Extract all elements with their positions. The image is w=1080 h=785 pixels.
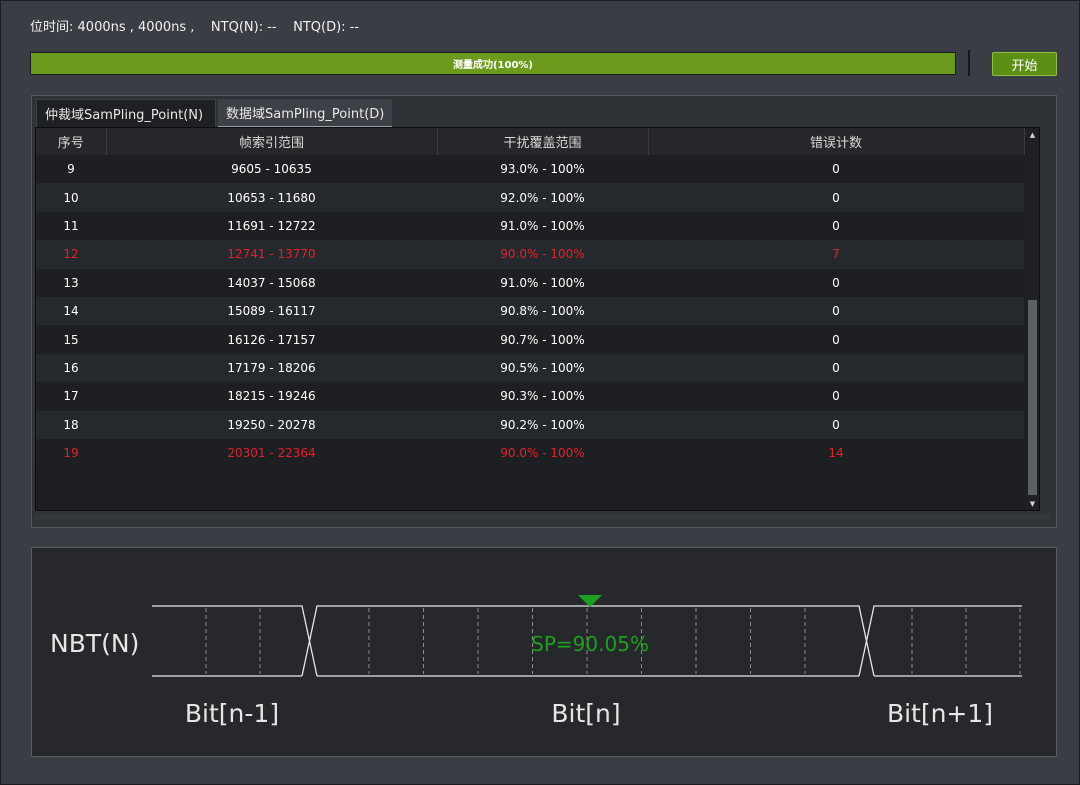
cell-index: 10 [36, 183, 106, 212]
table-row[interactable]: 18 19250 - 20278 90.2% - 100% 0 [36, 410, 1024, 439]
sampling-point-tab-panel: 仲裁域SamPling_Point(N) 数据域SamPling_Point(D… [31, 95, 1057, 528]
ntq-n-value: NTQ(N): -- [210, 20, 277, 35]
cell-index: 11 [36, 211, 106, 241]
bit-timing-diagram: SP=90.05% NBT(N) Bit[n-1] Bit[n] Bit[n+1] [31, 547, 1057, 757]
toolbar-divider [968, 50, 970, 76]
cell-error-count: 0 [648, 268, 1024, 297]
cell-frame-range: 19250 - 20278 [106, 410, 437, 439]
bit-label: Bit[n-1] [185, 699, 279, 728]
table-row[interactable]: 13 14037 - 15068 91.0% - 100% 0 [36, 268, 1024, 297]
cell-coverage: 91.0% - 100% [437, 211, 648, 241]
bit-time-label: 位时间: [30, 20, 74, 35]
table-row[interactable]: 11 11691 - 12722 91.0% - 100% 0 [36, 211, 1024, 241]
measurement-progress-bar: 测量成功(100%) [30, 52, 956, 75]
bit-label: Bit[n+1] [887, 699, 993, 728]
cell-frame-range: 12741 - 13770 [106, 240, 437, 269]
cell-error-count: 0 [648, 410, 1024, 439]
cell-frame-range: 10653 - 11680 [106, 183, 437, 212]
cell-coverage: 93.0% - 100% [437, 155, 648, 184]
bit-time-value: 4000ns , 4000ns , [77, 20, 195, 35]
bit-label: Bit[n] [551, 699, 620, 728]
start-button[interactable]: 开始 [992, 52, 1057, 76]
progress-label: 测量成功(100%) [452, 60, 534, 71]
cell-error-count: 0 [648, 211, 1024, 241]
table-row[interactable]: 15 16126 - 17157 90.7% - 100% 0 [36, 325, 1024, 354]
cell-index: 15 [36, 325, 106, 354]
triangle-down-marker-icon [578, 595, 603, 607]
cell-error-count: 7 [648, 240, 1024, 269]
cell-error-count: 0 [648, 353, 1024, 383]
table-horizontal-scrollbar[interactable] [35, 514, 1051, 520]
cell-coverage: 91.0% - 100% [437, 268, 648, 297]
cell-coverage: 90.3% - 100% [437, 382, 648, 411]
cell-error-count: 0 [648, 382, 1024, 411]
cell-index: 17 [36, 382, 106, 411]
table-header-row: 序号 帧索引范围 干扰覆盖范围 错误计数 [36, 128, 1025, 155]
triangle-up-icon[interactable]: ▲ [1026, 128, 1039, 141]
triangle-down-icon[interactable]: ▼ [1026, 497, 1039, 510]
cell-frame-range: 17179 - 18206 [106, 353, 437, 383]
cell-index: 9 [36, 155, 106, 184]
cell-coverage: 90.0% - 100% [437, 240, 648, 269]
cell-error-count: 0 [648, 155, 1024, 184]
cell-frame-range: 18215 - 19246 [106, 382, 437, 411]
cell-index: 14 [36, 296, 106, 326]
sample-point-label: SP=90.05% [531, 632, 649, 656]
cell-frame-range: 15089 - 16117 [106, 296, 437, 326]
cell-coverage: 90.0% - 100% [437, 438, 648, 468]
column-header-error-count[interactable]: 错误计数 [648, 128, 1025, 155]
cell-error-count: 0 [648, 183, 1024, 212]
cell-frame-range: 11691 - 12722 [106, 211, 437, 241]
cell-coverage: 90.5% - 100% [437, 353, 648, 383]
cell-index: 12 [36, 240, 106, 269]
results-table-container: 序号 帧索引范围 干扰覆盖范围 错误计数 9 9605 - 10635 93.0% … [35, 127, 1040, 511]
tab-data-sampling-point[interactable]: 数据域SamPling_Point(D) [218, 99, 392, 127]
cell-coverage: 90.7% - 100% [437, 325, 648, 354]
column-header-index[interactable]: 序号 [36, 128, 107, 155]
table-row[interactable]: 17 18215 - 19246 90.3% - 100% 0 [36, 382, 1024, 411]
table-row[interactable]: 12 12741 - 13770 90.0% - 100% 7 [36, 240, 1024, 269]
cell-index: 19 [36, 438, 106, 468]
column-header-coverage[interactable]: 干扰覆盖范围 [437, 128, 649, 155]
cell-index: 18 [36, 410, 106, 439]
cell-frame-range: 14037 - 15068 [106, 268, 437, 297]
cell-index: 13 [36, 268, 106, 297]
signal-name-label: NBT(N) [50, 629, 139, 658]
results-table: 序号 帧索引范围 干扰覆盖范围 错误计数 9 9605 - 10635 93.0% … [36, 128, 1025, 468]
column-header-frame-range[interactable]: 帧索引范围 [106, 128, 438, 155]
table-row[interactable]: 10 10653 - 11680 92.0% - 100% 0 [36, 183, 1024, 212]
cell-error-count: 0 [648, 296, 1024, 326]
cell-frame-range: 9605 - 10635 [106, 155, 437, 184]
table-row[interactable]: 16 17179 - 18206 90.5% - 100% 0 [36, 353, 1024, 383]
scrollbar-thumb[interactable] [1028, 300, 1037, 495]
ntq-d-value: NTQ(D): -- [293, 20, 360, 35]
timing-diagram-svg: SP=90.05% NBT(N) Bit[n-1] Bit[n] Bit[n+1] [50, 595, 1022, 728]
table-row[interactable]: 14 15089 - 16117 90.8% - 100% 0 [36, 296, 1024, 326]
table-vertical-scrollbar[interactable]: ▲ ▼ [1026, 128, 1039, 510]
cell-frame-range: 20301 - 22364 [106, 438, 437, 468]
cell-coverage: 90.8% - 100% [437, 296, 648, 326]
cell-coverage: 92.0% - 100% [437, 183, 648, 212]
cell-error-count: 0 [648, 325, 1024, 354]
cell-coverage: 90.2% - 100% [437, 410, 648, 439]
status-line: 位时间: 4000ns , 4000ns , NTQ(N): -- NTQ(D)… [30, 16, 359, 36]
table-row[interactable]: 19 20301 - 22364 90.0% - 100% 14 [36, 438, 1024, 468]
cell-frame-range: 16126 - 17157 [106, 325, 437, 354]
tab-arbitration-sampling-point[interactable]: 仲裁域SamPling_Point(N) [36, 99, 216, 127]
table-row[interactable]: 9 9605 - 10635 93.0% - 100% 0 [36, 155, 1024, 184]
cell-error-count: 14 [648, 438, 1024, 468]
cell-index: 16 [36, 353, 106, 383]
